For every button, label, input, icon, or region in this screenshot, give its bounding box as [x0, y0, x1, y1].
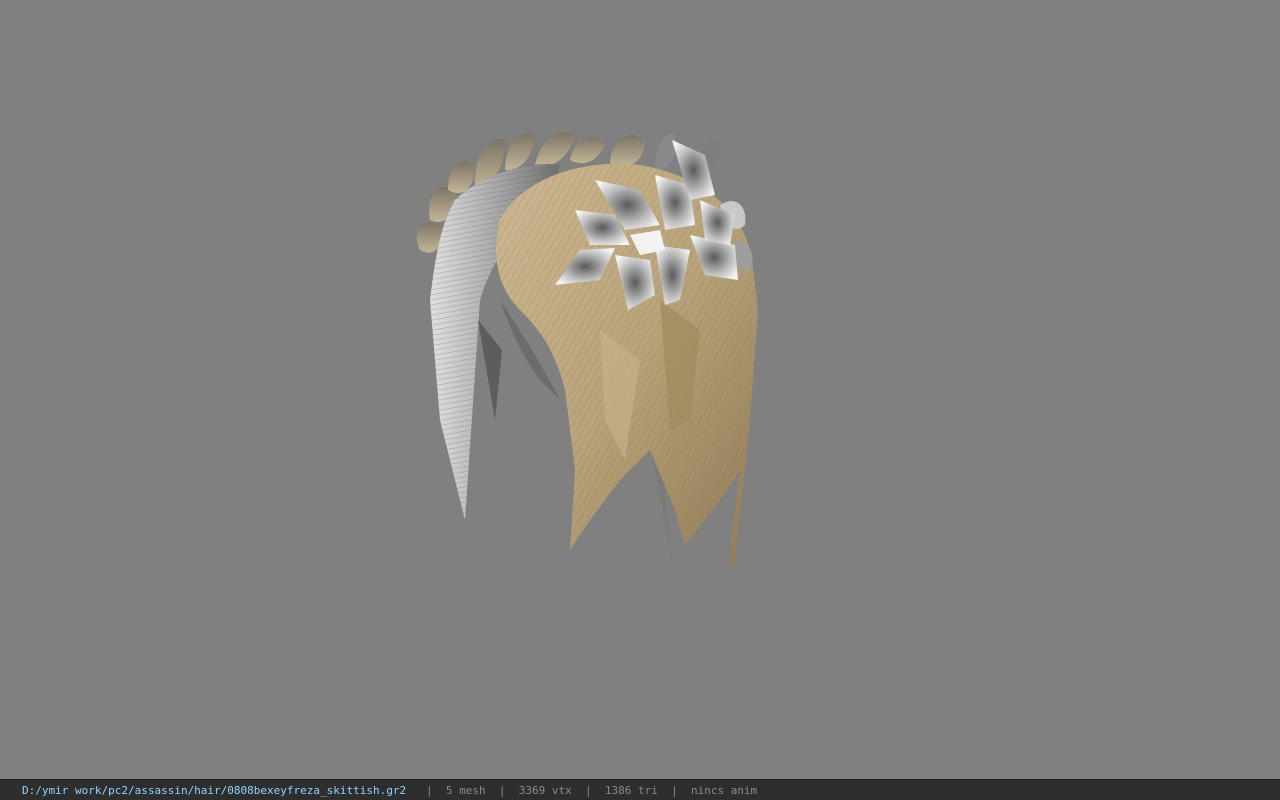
status-separator: | [498, 783, 506, 797]
status-vertex-count: 3369 vtx [518, 783, 572, 797]
3d-viewport[interactable] [0, 0, 1280, 779]
status-triangle-count: 1386 tri [604, 783, 658, 797]
status-separator [406, 784, 426, 797]
status-bar: D:/ymir work/pc2/assassin/hair/0808bexey… [0, 779, 1280, 800]
status-anim: nincs anim [690, 783, 758, 797]
status-separator: | [671, 783, 678, 797]
status-separator: | [425, 783, 433, 797]
hair-model-render [416, 131, 758, 571]
status-separator: | [584, 783, 592, 797]
status-file-path: D:/ymir work/pc2/assassin/hair/0808bexey… [22, 783, 407, 797]
status-mesh-count: 5 mesh [445, 783, 486, 797]
